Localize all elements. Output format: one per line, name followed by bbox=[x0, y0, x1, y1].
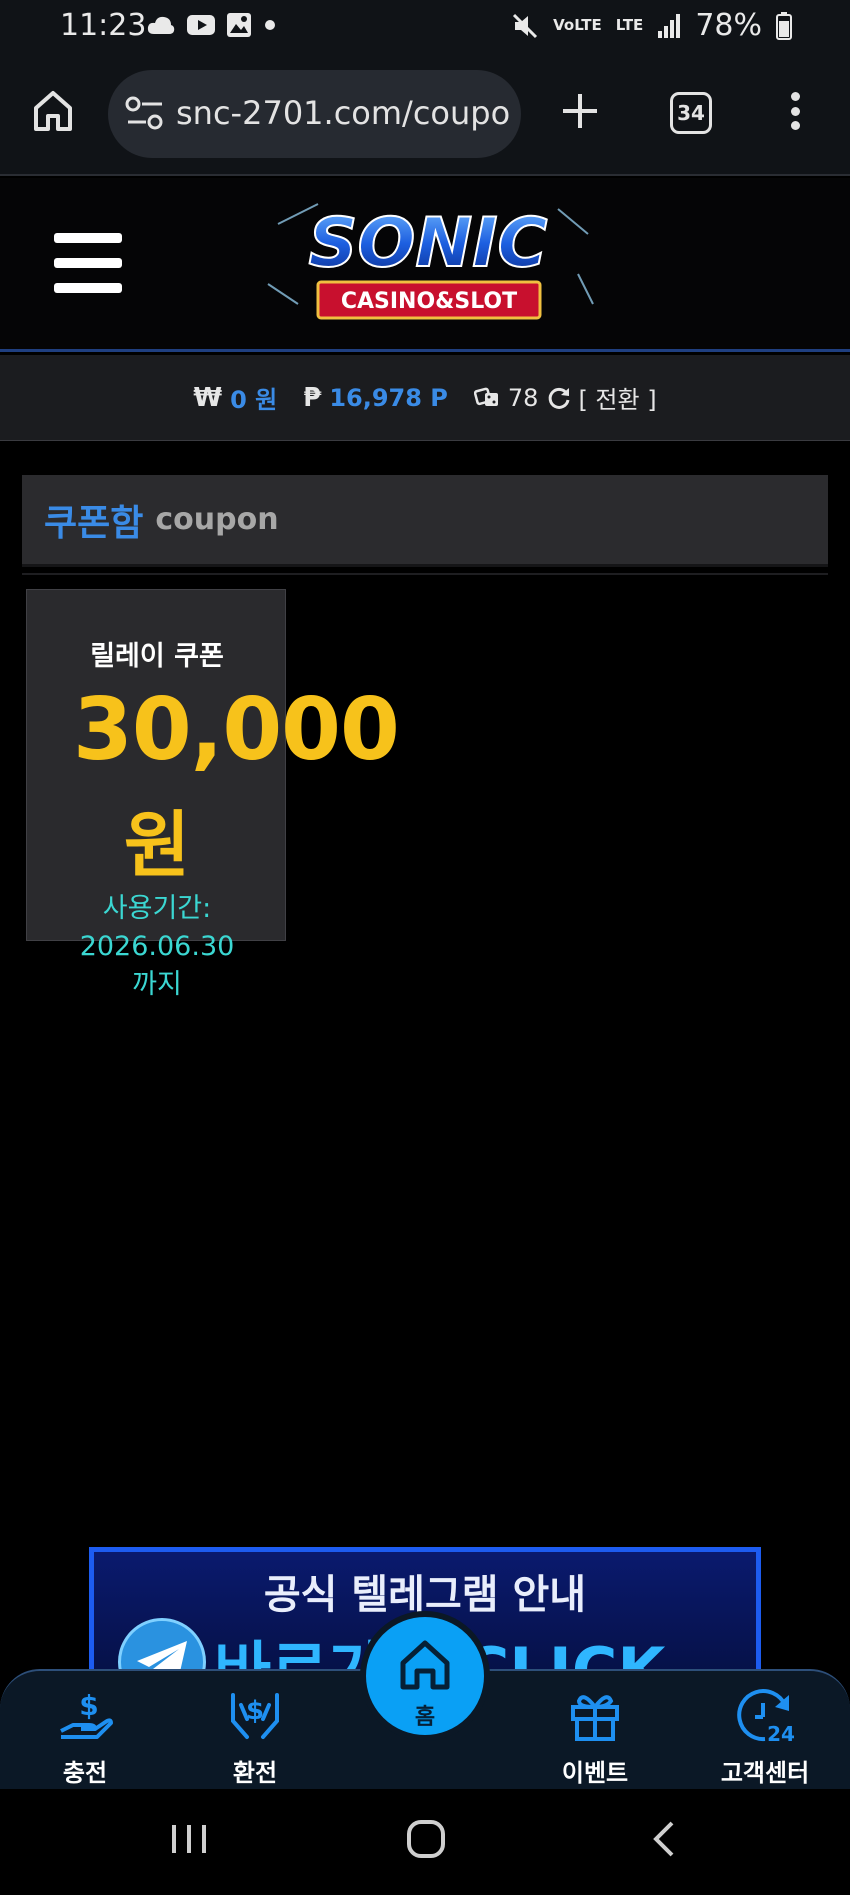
chip-balance-value: 78 bbox=[507, 383, 539, 412]
site-logo[interactable]: SONIC CASINO&SLOT bbox=[258, 194, 598, 334]
coupon-currency: 원 bbox=[123, 803, 191, 887]
nav-home-button[interactable]: 홈 bbox=[360, 1611, 490, 1741]
chip-balance: 78 [ 전환 ] bbox=[473, 380, 657, 415]
coupon-name: 릴레이 쿠폰 bbox=[90, 641, 224, 672]
url-text[interactable]: snc-2701.com/coupon bbox=[176, 94, 512, 132]
hamburger-menu-button[interactable] bbox=[54, 233, 122, 293]
logo-subtitle: CASINO&SLOT bbox=[341, 289, 517, 314]
battery-percent: 78% bbox=[695, 8, 762, 43]
coupon-amount: 30,000 bbox=[73, 680, 400, 780]
status-right-icons: VoLTE LTE 78% bbox=[511, 8, 792, 43]
point-balance-value: 16,978 P bbox=[329, 383, 448, 412]
coupon-expiry-date: 2026.06.30 bbox=[79, 931, 235, 962]
volte-icon: VoLTE bbox=[553, 16, 602, 34]
nav-event[interactable]: 이벤트 bbox=[535, 1685, 655, 1788]
recent-apps-icon[interactable] bbox=[170, 1817, 208, 1861]
cash-balance: ₩ 0 원 bbox=[193, 380, 277, 415]
site-header: SONIC CASINO&SLOT bbox=[0, 178, 850, 352]
svg-text:$: $ bbox=[79, 1689, 98, 1722]
balance-bar: ₩ 0 원 ₱ 16,978 P 78 [ 전환 ] bbox=[0, 355, 850, 441]
browser-toolbar: snc-2701.com/coupon 34 bbox=[0, 52, 850, 176]
notification-dot-icon bbox=[265, 20, 275, 30]
menu-dot-icon bbox=[790, 92, 800, 101]
status-notification-icons bbox=[146, 12, 278, 38]
nav-deposit[interactable]: $ 충전 bbox=[25, 1685, 145, 1788]
deposit-icon: $ bbox=[60, 1689, 113, 1739]
plus-icon bbox=[563, 94, 597, 128]
browser-menu-button[interactable] bbox=[780, 88, 810, 134]
hamburger-line bbox=[54, 233, 122, 243]
back-icon[interactable] bbox=[648, 1817, 678, 1861]
support-24-icon: 24 bbox=[737, 1689, 795, 1745]
svg-text:$: $ bbox=[246, 1696, 264, 1726]
coupon-expiry-label: 사용기간: bbox=[102, 893, 212, 924]
menu-dot-icon bbox=[790, 106, 800, 116]
android-navigation-bar bbox=[0, 1789, 850, 1895]
convert-button[interactable]: [ 전환 ] bbox=[546, 380, 657, 415]
browser-home-button[interactable] bbox=[30, 88, 76, 134]
nav-support[interactable]: 24 고객센터 bbox=[705, 1685, 825, 1788]
site-settings-icon[interactable] bbox=[124, 94, 166, 134]
lte-label: LTE bbox=[615, 16, 644, 34]
home-icon bbox=[34, 91, 72, 131]
nav-event-label: 이벤트 bbox=[561, 1759, 629, 1787]
mute-icon bbox=[513, 13, 538, 38]
nav-home-label: 홈 bbox=[414, 1705, 436, 1730]
page-title: 쿠폰함 bbox=[44, 502, 144, 544]
cloud-icon bbox=[147, 16, 175, 34]
coupon-card[interactable]: 릴레이 쿠폰 30,000 원 사용기간: 2026.06.30 까지 bbox=[26, 589, 400, 1000]
dice-icon bbox=[473, 387, 498, 406]
menu-dot-icon bbox=[790, 121, 800, 130]
hamburger-line bbox=[54, 283, 122, 293]
logo-title: SONIC bbox=[309, 204, 548, 283]
status-time: 11:23 bbox=[60, 8, 147, 43]
point-icon: ₱ bbox=[303, 382, 322, 413]
nav-deposit-label: 충전 bbox=[62, 1759, 108, 1787]
youtube-icon bbox=[187, 15, 215, 35]
nav-withdraw-label: 환전 bbox=[232, 1759, 278, 1787]
convert-button-label: [ 전환 ] bbox=[578, 386, 657, 414]
refresh-icon bbox=[549, 387, 570, 409]
nav-support-label: 고객센터 bbox=[720, 1759, 810, 1787]
svg-text:24: 24 bbox=[767, 1722, 795, 1745]
coupon-section-header: 쿠폰함 coupon bbox=[22, 475, 828, 567]
battery-icon bbox=[776, 11, 792, 40]
gift-icon bbox=[571, 1695, 619, 1741]
withdraw-icon: $ bbox=[231, 1693, 279, 1739]
divider bbox=[22, 573, 828, 575]
signal-icon bbox=[658, 13, 681, 38]
hamburger-line bbox=[54, 258, 122, 268]
page-subtitle: coupon bbox=[155, 502, 279, 537]
point-balance: ₱ 16,978 P bbox=[303, 383, 448, 413]
coupon-expiry: 사용기간: 2026.06.30 까지 bbox=[27, 890, 287, 1004]
home-icon bbox=[400, 1640, 450, 1690]
tab-switcher-button[interactable]: 34 bbox=[670, 92, 712, 134]
coupon-expiry-suffix: 까지 bbox=[132, 969, 182, 1000]
new-tab-button[interactable] bbox=[557, 88, 603, 134]
nav-withdraw[interactable]: $ 환전 bbox=[195, 1685, 315, 1788]
home-circle-icon[interactable] bbox=[404, 1817, 448, 1861]
address-bar[interactable]: snc-2701.com/coupon bbox=[108, 70, 521, 158]
won-icon: ₩ bbox=[193, 382, 223, 413]
cash-balance-value: 0 원 bbox=[230, 386, 278, 414]
status-bar: 11:23 VoLTE LTE 78% bbox=[0, 0, 850, 52]
gallery-icon bbox=[227, 13, 251, 37]
